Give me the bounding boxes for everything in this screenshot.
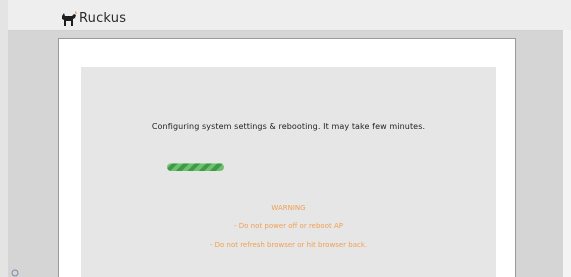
reboot-status-box: Configuring system settings & rebooting.… — [81, 67, 496, 277]
app-header: Ruckus — [8, 0, 571, 31]
window-left-edge — [0, 0, 8, 277]
warning-line: - Do not refresh browser or hit browser … — [209, 241, 368, 249]
brand-logo: Ruckus — [61, 7, 126, 27]
status-message: Configuring system settings & rebooting.… — [151, 122, 426, 131]
progress-bar — [167, 163, 387, 171]
right-scroll-area — [563, 30, 571, 277]
warning-line: - Do not power off or reboot AP — [234, 222, 343, 230]
browser-status-icon — [11, 269, 19, 277]
ruckus-dog-icon — [62, 11, 77, 26]
brand-name: Ruckus — [79, 11, 127, 26]
progress-fill — [167, 163, 225, 171]
warning-title: WARNING — [271, 204, 306, 212]
